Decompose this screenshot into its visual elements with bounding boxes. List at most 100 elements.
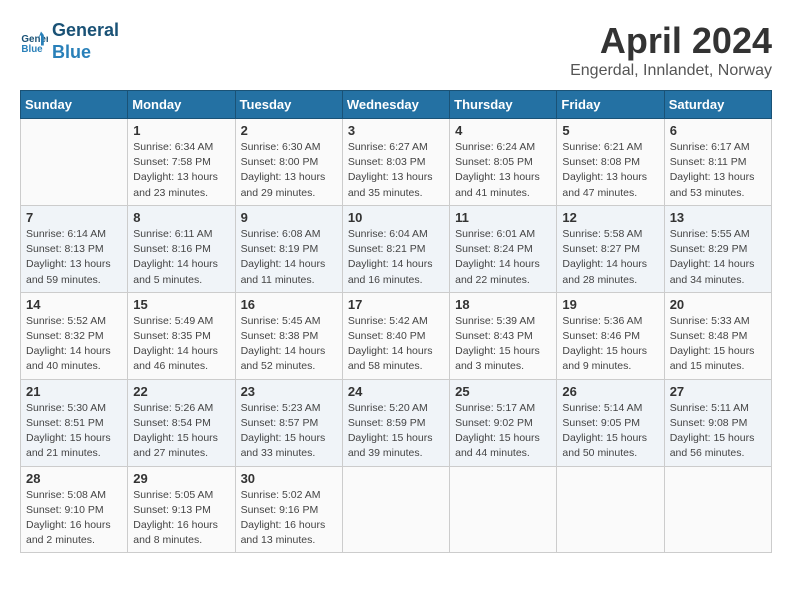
day-info: Sunrise: 6:14 AMSunset: 8:13 PMDaylight:… (26, 227, 122, 288)
day-cell (664, 466, 771, 553)
day-number: 1 (133, 123, 229, 138)
svg-text:Blue: Blue (21, 43, 43, 54)
day-cell: 13Sunrise: 5:55 AMSunset: 8:29 PMDayligh… (664, 205, 771, 292)
day-info: Sunrise: 5:49 AMSunset: 8:35 PMDaylight:… (133, 314, 229, 375)
day-cell (557, 466, 664, 553)
day-cell: 22 Sunrise: 5:26 AMSunset: 8:54 PMDayligh… (128, 379, 235, 466)
weekday-header-tuesday: Tuesday (235, 91, 342, 119)
day-cell: 11 Sunrise: 6:01 AMSunset: 8:24 PMDayligh… (450, 205, 557, 292)
day-info: Sunrise: 6:24 AMSunset: 8:05 PMDaylight:… (455, 140, 551, 201)
day-number: 18 (455, 297, 551, 312)
day-number: 26 (562, 384, 658, 399)
day-info: Sunrise: 6:04 AMSunset: 8:21 PMDaylight:… (348, 227, 444, 288)
logo-line1: General (52, 20, 119, 40)
day-cell: 7 Sunrise: 6:14 AMSunset: 8:13 PMDaylight… (21, 205, 128, 292)
day-number: 10 (348, 210, 444, 225)
day-cell: 4 Sunrise: 6:24 AMSunset: 8:05 PMDaylight… (450, 119, 557, 206)
day-number: 17 (348, 297, 444, 312)
day-info: Sunrise: 5:11 AMSunset: 9:08 PMDaylight:… (670, 401, 766, 462)
day-cell: 3 Sunrise: 6:27 AMSunset: 8:03 PMDaylight… (342, 119, 449, 206)
day-number: 20 (670, 297, 766, 312)
day-cell: 29Sunrise: 5:05 AMSunset: 9:13 PMDayligh… (128, 466, 235, 553)
month-title: April 2024 (570, 20, 772, 62)
day-number: 11 (455, 210, 551, 225)
day-info: Sunrise: 6:01 AMSunset: 8:24 PMDaylight:… (455, 227, 551, 288)
weekday-header-row: SundayMondayTuesdayWednesdayThursdayFrid… (21, 91, 772, 119)
day-info: Sunrise: 5:45 AMSunset: 8:38 PMDaylight:… (241, 314, 337, 375)
day-cell: 8 Sunrise: 6:11 AMSunset: 8:16 PMDaylight… (128, 205, 235, 292)
day-info: Sunrise: 5:26 AMSunset: 8:54 PMDaylight:… (133, 401, 229, 462)
day-number: 4 (455, 123, 551, 138)
day-number: 7 (26, 210, 122, 225)
day-number: 22 (133, 384, 229, 399)
day-number: 21 (26, 384, 122, 399)
week-row-3: 14 Sunrise: 5:52 AMSunset: 8:32 PMDayligh… (21, 292, 772, 379)
day-cell: 19 Sunrise: 5:36 AMSunset: 8:46 PMDayligh… (557, 292, 664, 379)
week-row-4: 21 Sunrise: 5:30 AMSunset: 8:51 PMDayligh… (21, 379, 772, 466)
day-cell: 14 Sunrise: 5:52 AMSunset: 8:32 PMDayligh… (21, 292, 128, 379)
week-row-2: 7 Sunrise: 6:14 AMSunset: 8:13 PMDaylight… (21, 205, 772, 292)
day-number: 3 (348, 123, 444, 138)
day-info: Sunrise: 6:11 AMSunset: 8:16 PMDaylight:… (133, 227, 229, 288)
day-cell: 9Sunrise: 6:08 AMSunset: 8:19 PMDaylight… (235, 205, 342, 292)
page-header: General Blue General Blue April 2024 Eng… (20, 20, 772, 80)
day-info: Sunrise: 5:55 AMSunset: 8:29 PMDaylight:… (670, 227, 766, 288)
day-cell (342, 466, 449, 553)
day-info: Sunrise: 5:36 AMSunset: 8:46 PMDaylight:… (562, 314, 658, 375)
day-info: Sunrise: 6:27 AMSunset: 8:03 PMDaylight:… (348, 140, 444, 201)
logo: General Blue General Blue (20, 20, 119, 63)
day-info: Sunrise: 6:21 AMSunset: 8:08 PMDaylight:… (562, 140, 658, 201)
day-cell: 24 Sunrise: 5:20 AMSunset: 8:59 PMDayligh… (342, 379, 449, 466)
day-info: Sunrise: 5:14 AMSunset: 9:05 PMDaylight:… (562, 401, 658, 462)
day-cell: 23Sunrise: 5:23 AMSunset: 8:57 PMDayligh… (235, 379, 342, 466)
weekday-header-thursday: Thursday (450, 91, 557, 119)
day-cell: 25Sunrise: 5:17 AMSunset: 9:02 PMDayligh… (450, 379, 557, 466)
weekday-header-saturday: Saturday (664, 91, 771, 119)
day-cell: 6Sunrise: 6:17 AMSunset: 8:11 PMDaylight… (664, 119, 771, 206)
day-number: 15 (133, 297, 229, 312)
day-cell: 28Sunrise: 5:08 AMSunset: 9:10 PMDayligh… (21, 466, 128, 553)
day-info: Sunrise: 5:33 AMSunset: 8:48 PMDaylight:… (670, 314, 766, 375)
day-number: 8 (133, 210, 229, 225)
day-info: Sunrise: 5:52 AMSunset: 8:32 PMDaylight:… (26, 314, 122, 375)
day-cell: 20 Sunrise: 5:33 AMSunset: 8:48 PMDayligh… (664, 292, 771, 379)
logo-text: General Blue (52, 20, 119, 63)
day-info: Sunrise: 6:30 AMSunset: 8:00 PMDaylight:… (241, 140, 337, 201)
weekday-header-friday: Friday (557, 91, 664, 119)
day-info: Sunrise: 5:58 AMSunset: 8:27 PMDaylight:… (562, 227, 658, 288)
day-number: 14 (26, 297, 122, 312)
weekday-header-sunday: Sunday (21, 91, 128, 119)
day-cell: 5 Sunrise: 6:21 AMSunset: 8:08 PMDaylight… (557, 119, 664, 206)
week-row-5: 28Sunrise: 5:08 AMSunset: 9:10 PMDayligh… (21, 466, 772, 553)
day-number: 29 (133, 471, 229, 486)
day-number: 5 (562, 123, 658, 138)
weekday-header-wednesday: Wednesday (342, 91, 449, 119)
logo-icon: General Blue (20, 28, 48, 56)
location-subtitle: Engerdal, Innlandet, Norway (570, 62, 772, 80)
day-cell: 21 Sunrise: 5:30 AMSunset: 8:51 PMDayligh… (21, 379, 128, 466)
day-number: 28 (26, 471, 122, 486)
day-number: 12 (562, 210, 658, 225)
day-cell (21, 119, 128, 206)
day-number: 25 (455, 384, 551, 399)
day-cell: 27 Sunrise: 5:11 AMSunset: 9:08 PMDayligh… (664, 379, 771, 466)
day-number: 24 (348, 384, 444, 399)
day-number: 16 (241, 297, 337, 312)
title-block: April 2024 Engerdal, Innlandet, Norway (570, 20, 772, 80)
day-cell: 16 Sunrise: 5:45 AMSunset: 8:38 PMDayligh… (235, 292, 342, 379)
logo-line2: Blue (52, 42, 91, 62)
weekday-header-monday: Monday (128, 91, 235, 119)
day-info: Sunrise: 5:20 AMSunset: 8:59 PMDaylight:… (348, 401, 444, 462)
day-info: Sunrise: 5:30 AMSunset: 8:51 PMDaylight:… (26, 401, 122, 462)
day-cell: 10 Sunrise: 6:04 AMSunset: 8:21 PMDayligh… (342, 205, 449, 292)
day-number: 19 (562, 297, 658, 312)
day-cell (450, 466, 557, 553)
day-number: 2 (241, 123, 337, 138)
day-number: 9 (241, 210, 337, 225)
day-cell: 18 Sunrise: 5:39 AMSunset: 8:43 PMDayligh… (450, 292, 557, 379)
day-cell: 17Sunrise: 5:42 AMSunset: 8:40 PMDayligh… (342, 292, 449, 379)
day-info: Sunrise: 5:39 AMSunset: 8:43 PMDaylight:… (455, 314, 551, 375)
day-number: 6 (670, 123, 766, 138)
week-row-1: 1Sunrise: 6:34 AMSunset: 7:58 PMDaylight… (21, 119, 772, 206)
day-number: 27 (670, 384, 766, 399)
